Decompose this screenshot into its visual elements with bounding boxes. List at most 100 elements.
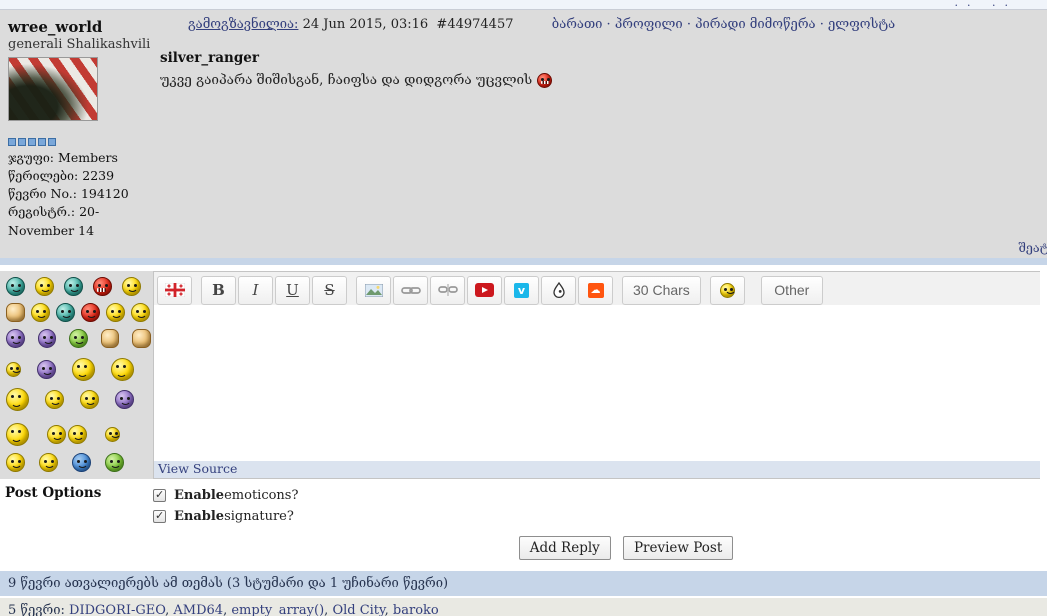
post-link-pm[interactable]: პირადი მიმოწერა (695, 17, 816, 32)
emoticon-chick[interactable] (6, 361, 22, 377)
enable-signature-checkbox[interactable] (153, 509, 166, 523)
reply-editor: B I U S v ☁ 30 Chars Other View Source (0, 270, 1047, 479)
emoticon-cyclops[interactable] (6, 328, 25, 348)
emoticon-grin[interactable] (6, 452, 25, 472)
drop-media-button[interactable] (541, 275, 576, 305)
add-reply-button[interactable]: Add Reply (518, 535, 611, 560)
enable-emoticons-checkbox[interactable] (153, 488, 166, 502)
remove-link-button[interactable] (430, 275, 465, 305)
insert-link-button[interactable] (393, 275, 428, 305)
post-link-profile[interactable]: პროფილი (615, 17, 683, 32)
italic-button[interactable]: I (238, 275, 273, 305)
emoticon-cheers-b[interactable] (68, 424, 87, 444)
post-options-section: Post Options Enable emoticons? Enable si… (0, 478, 1047, 531)
emoticon-bee[interactable] (80, 389, 99, 409)
emoticon-climber[interactable] (6, 387, 29, 411)
soundcloud-button[interactable]: ☁ (578, 275, 613, 305)
emoticon-smile[interactable] (122, 276, 141, 296)
emoticon-hypno[interactable] (37, 328, 57, 348)
vimeo-button[interactable]: v (504, 275, 539, 305)
emoticon-cool[interactable] (56, 302, 75, 322)
insert-image-button[interactable] (356, 275, 391, 305)
underline-button[interactable]: U (275, 275, 310, 305)
georgian-flag-button[interactable] (157, 275, 192, 305)
strikethrough-button[interactable]: S (312, 275, 347, 305)
emoticon-wink[interactable] (35, 276, 54, 296)
emoticon-bee-cool[interactable] (111, 357, 134, 381)
viewers-text: 9 წევრი ათვალიერებს ამ თემას (3 სტუმარი … (8, 575, 449, 591)
post-body-column: გამოგზავნილია: 24 Jun 2015, 03:16 #44974… (152, 10, 1047, 240)
emoticon-facepalm[interactable] (6, 302, 25, 322)
emoticon-laugh[interactable] (106, 302, 125, 322)
post-author-column: wree_world generali Shalikashvili ჯგუფი:… (0, 10, 152, 240)
enable-signature-option: Enable signature? (153, 506, 298, 527)
member-link[interactable]: empty_array() (231, 603, 324, 616)
editor-pane: B I U S v ☁ 30 Chars Other View Source (153, 270, 1040, 479)
drop-icon (552, 281, 565, 298)
emoticon-pacman[interactable] (131, 302, 150, 322)
author-avatar[interactable] (8, 57, 98, 121)
enable-emoticons-option: Enable emoticons? (153, 485, 298, 506)
emoticon-cold[interactable] (72, 452, 91, 472)
author-post-count: წერილები: 2239 (8, 168, 115, 184)
soundcloud-icon: ☁ (587, 282, 604, 298)
emoticon-alien[interactable] (115, 389, 134, 409)
chars-counter-button[interactable]: 30 Chars (622, 275, 701, 305)
rank-pip (28, 138, 36, 146)
emoticon-inlove[interactable] (72, 357, 95, 381)
emoticon-hanged[interactable] (6, 422, 29, 446)
preview-post-button[interactable]: Preview Post (622, 535, 734, 560)
post-divider (0, 257, 1047, 265)
view-source-link[interactable]: View Source (158, 461, 237, 476)
emoticon-leprechaun[interactable] (69, 328, 88, 348)
rank-pip (8, 138, 16, 146)
emoticon-grape[interactable] (37, 359, 56, 379)
quoted-post: silver_ranger უკვე გაიპარა შიშისგან, ჩაი… (160, 50, 1037, 88)
bold-button[interactable]: B (201, 275, 236, 305)
emoticon-picker-button[interactable] (709, 275, 745, 305)
emoticon-thumbs-up[interactable] (100, 328, 120, 348)
clipped-top-row: .. .. (0, 0, 1047, 10)
emoticon-wink2[interactable] (39, 452, 58, 472)
emoticon-wave[interactable] (132, 328, 151, 348)
forum-thread-page: .. .. wree_world generali Shalikashvili … (0, 0, 1047, 616)
author-member-no: წევრი No.: 194120 (8, 186, 129, 202)
active-members-bar: 5 წევრი: DIDGORI-GEO, AMD64, empty_array… (0, 597, 1047, 616)
author-username[interactable]: wree_world (8, 18, 152, 36)
member-link[interactable]: baroko (393, 603, 439, 616)
author-info: ჯგუფი: Members წერილები: 2239 წევრი No.:… (8, 149, 152, 240)
quote-author: silver_ranger (160, 50, 259, 66)
emoticon-sick[interactable] (105, 452, 124, 472)
youtube-icon (475, 283, 494, 298)
post-header: გამოგზავნილია: 24 Jun 2015, 03:16 #44974… (188, 17, 896, 32)
post-date: 24 Jun 2015, 03:16 (302, 17, 429, 32)
member-link[interactable]: DIDGORI-GEO (69, 603, 165, 616)
emoticon-robot[interactable] (6, 276, 25, 296)
emoticon-flirt[interactable] (45, 389, 64, 409)
author-group: ჯგუფი: Members (8, 150, 118, 165)
emoticon-angry[interactable] (93, 276, 112, 296)
member-link[interactable]: Old City (332, 603, 384, 616)
post-options-list: Enable emoticons? Enable signature? (153, 485, 298, 527)
emoticon-scuba[interactable] (64, 276, 83, 296)
report-post-link[interactable]: შეატ (1018, 240, 1047, 255)
editor-toolbar: B I U S v ☁ 30 Chars Other (154, 271, 1040, 305)
post-link-card[interactable]: ბარათი (552, 17, 603, 32)
angry-emoji-icon (536, 73, 552, 88)
emoticon-rolleyes[interactable] (31, 302, 50, 322)
posted-permalink[interactable]: გამოგზავნილია: (188, 17, 298, 32)
youtube-button[interactable] (467, 275, 502, 305)
author-member-title: generali Shalikashvili (8, 37, 151, 52)
view-source-row: View Source (154, 460, 1040, 478)
quote-text: უკვე გაიპარა შიშისგან, ჩაიფსა და დიდგორა… (160, 72, 1037, 88)
other-dropdown-button[interactable]: Other (760, 275, 823, 305)
emoticon-sword[interactable] (105, 426, 121, 442)
smiley-icon (719, 282, 736, 298)
post-footer: შეატ (0, 240, 1047, 258)
emoticon-clown[interactable] (81, 302, 100, 322)
emoticon-cheers-a[interactable] (47, 424, 66, 444)
post-link-email[interactable]: ელფოსტა (828, 17, 895, 32)
post-number: #44974457 (436, 17, 514, 32)
member-link[interactable]: AMD64 (173, 603, 223, 616)
reply-textarea[interactable] (154, 304, 1040, 461)
